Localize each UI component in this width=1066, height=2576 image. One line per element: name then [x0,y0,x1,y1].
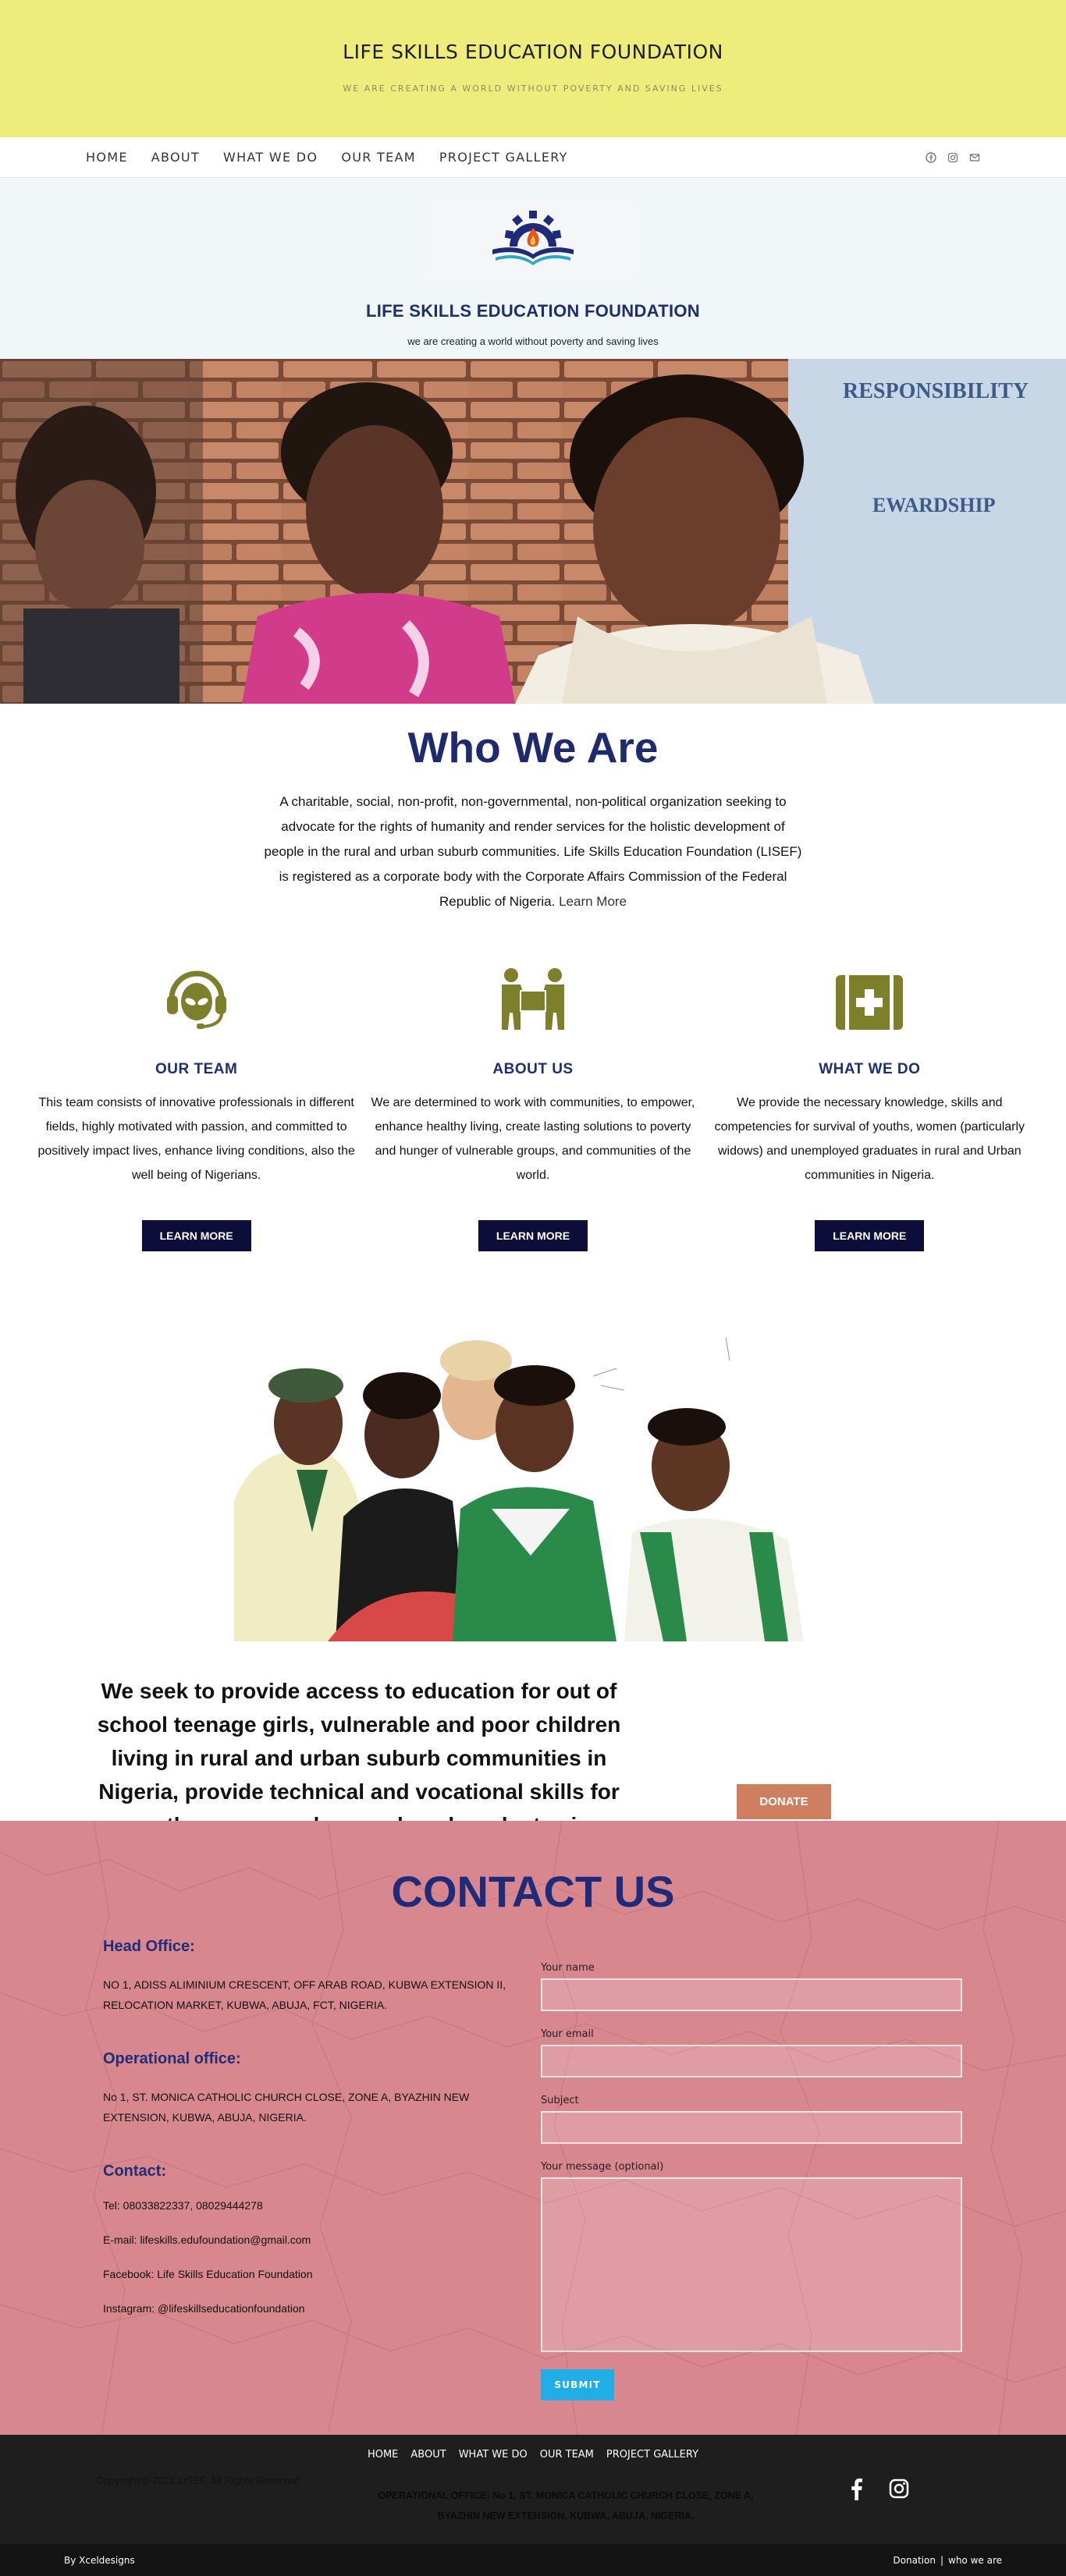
instagram-icon[interactable] [889,2478,909,2499]
hero-sign-text-1: RESPONSIBILITY [843,379,1029,403]
contact-email: E-mail: lifeskills.edufoundation@gmail.c… [103,2234,311,2246]
instagram-icon[interactable] [947,152,958,163]
features-section: OUR TEAM This team consists of innovativ… [0,914,1066,1251]
site-title[interactable]: LIFE SKILLS EDUCATION FOUNDATION [0,41,1066,63]
bottom-links: Donation | who we are [893,2555,1002,2566]
feature-what-we-do: WHAT WE DO We provide the necessary know… [702,961,1038,1251]
contact-section: CONTACT US Head Office: NO 1, ADISS ALIM… [0,1821,1066,2435]
nav-our-team[interactable]: OUR TEAM [341,150,416,165]
main-nav: HOME ABOUT WHAT WE DO OUR TEAM PROJECT G… [0,137,1066,178]
subject-label: Subject [541,2095,579,2106]
footer-nav: HOME ABOUT WHAT WE DO OUR TEAM PROJECT G… [0,2449,1066,2461]
footer-nav-what-we-do[interactable]: WHAT WE DO [459,2449,528,2461]
hero-image: RESPONSIBILITY EWARDSHIP [0,359,1066,704]
who-we-are-section: Who We Are A charitable, social, non-pro… [0,704,1066,914]
link-separator: | [940,2554,943,2566]
feature-title: ABOUT US [492,1061,574,1077]
nav-home[interactable]: HOME [86,150,128,165]
footer-nav-our-team[interactable]: OUR TEAM [540,2449,594,2461]
footer: HOME ABOUT WHAT WE DO OUR TEAM PROJECT G… [0,2435,1066,2544]
contact-instagram: Instagram: @lifeskillseducationfoundatio… [103,2302,305,2315]
people-carrying-box-icon [501,968,564,1030]
site-header: LIFE SKILLS EDUCATION FOUNDATION WE ARE … [0,0,1066,137]
students-image [234,1336,804,1641]
who-text: A charitable, social, non-profit, non-go… [260,789,806,914]
site-tagline: WE ARE CREATING A WORLD WITHOUT POVERTY … [343,83,723,94]
contact-info: Head Office: NO 1, ADISS ALIMINIUM CRESC… [103,1938,524,2336]
nav-project-gallery[interactable]: PROJECT GALLERY [439,150,568,165]
contact-telephone: Tel: 08033822337, 08029444278 [103,2199,263,2212]
contact-form: Your name Your email Subject Your messag… [541,1962,962,2400]
gear-book-flame-icon [492,211,574,265]
nav-what-we-do[interactable]: WHAT WE DO [223,150,318,165]
our-team-learn-more-button[interactable]: LEARN MORE [141,1220,251,1251]
feature-text: We provide the necessary knowledge, skil… [714,1096,1025,1182]
footer-social [847,2478,909,2500]
first-aid-kit-icon [836,975,904,1030]
footer-office: OPERATIONAL OFFICE: No 1, ST. MONICA CAT… [359,2486,773,2526]
submit-button[interactable]: SUBMIT [541,2369,614,2400]
brand-tagline: we are creating a world without poverty … [407,335,659,347]
students-photo [0,1298,1066,1641]
contact-facebook: Facebook: Life Skills Education Foundati… [103,2268,313,2280]
mission-section: We seek to provide access to education f… [0,1641,1066,1871]
feature-our-team: OUR TEAM This team consists of innovativ… [28,961,364,1251]
name-label: Your name [541,1962,595,1974]
email-icon[interactable] [969,152,980,163]
what-we-do-learn-more-button[interactable]: LEARN MORE [815,1220,925,1251]
nav-about[interactable]: ABOUT [151,150,200,165]
headset-support-icon [166,970,226,1029]
footer-nav-home[interactable]: HOME [368,2449,398,2461]
email-label: Your email [541,2028,594,2040]
brand-band: LIFE SKILLS EDUCATION FOUNDATION we are … [0,178,1066,359]
email-input[interactable] [541,2045,962,2077]
feature-text: We are determined to work with communiti… [371,1096,695,1182]
contact-label: Contact: [103,2163,167,2180]
facebook-icon[interactable] [847,2478,867,2500]
copyright: Copyright © 2021 LISEF. All Rights Reser… [96,2475,300,2486]
bottom-bar: By Xceldesigns Donation | who we are [0,2544,1066,2576]
feature-title: OUR TEAM [155,1061,238,1077]
who-we-are-link[interactable]: who we are [948,2555,1002,2566]
head-office-address: NO 1, ADISS ALIMINIUM CRESCENT, OFF ARAB… [103,1978,506,2011]
footer-office-line-1: OPERATIONAL OFFICE: No 1, ST. MONICA CAT… [378,2490,754,2501]
who-title: Who We Are [407,723,659,772]
nav-social [926,151,980,163]
donate-button[interactable]: DONATE [737,1784,831,1819]
brand-name: LIFE SKILLS EDUCATION FOUNDATION [366,301,700,321]
donation-link[interactable]: Donation [893,2555,936,2566]
foundation-logo[interactable] [424,201,642,279]
footer-nav-about[interactable]: ABOUT [410,2449,446,2461]
designer-credit[interactable]: By Xceldesigns [64,2555,135,2566]
feature-about-us: ABOUT US We are determined to work with … [364,961,701,1251]
name-input[interactable] [541,1978,962,2011]
message-textarea[interactable] [541,2177,962,2352]
facebook-icon[interactable] [926,151,936,163]
who-body: A charitable, social, non-profit, non-go… [264,794,802,909]
operational-office-address: No 1, ST. MONICA CATHOLIC CHURCH CLOSE, … [103,2091,470,2124]
about-us-learn-more-button[interactable]: LEARN MORE [478,1220,588,1251]
head-office-label: Head Office: [103,1938,195,1955]
footer-nav-project-gallery[interactable]: PROJECT GALLERY [606,2449,698,2461]
hero-photo: RESPONSIBILITY EWARDSHIP [0,359,1066,704]
feature-title: WHAT WE DO [819,1061,921,1077]
feature-text: This team consists of innovative profess… [37,1096,355,1182]
footer-office-line-2: BYAZHIN NEW EXTENSION, KUBWA, ABUJA, NIG… [437,2510,695,2521]
subject-input[interactable] [541,2111,962,2144]
nav-links: HOME ABOUT WHAT WE DO OUR TEAM PROJECT G… [86,150,568,165]
learn-more-link[interactable]: Learn More [559,894,627,909]
hero-sign-text-2: EWARDSHIP [872,494,996,516]
contact-title: CONTACT US [391,1867,675,1916]
message-label: Your message (optional) [541,2161,664,2173]
operational-office-label: Operational office: [103,2050,241,2067]
